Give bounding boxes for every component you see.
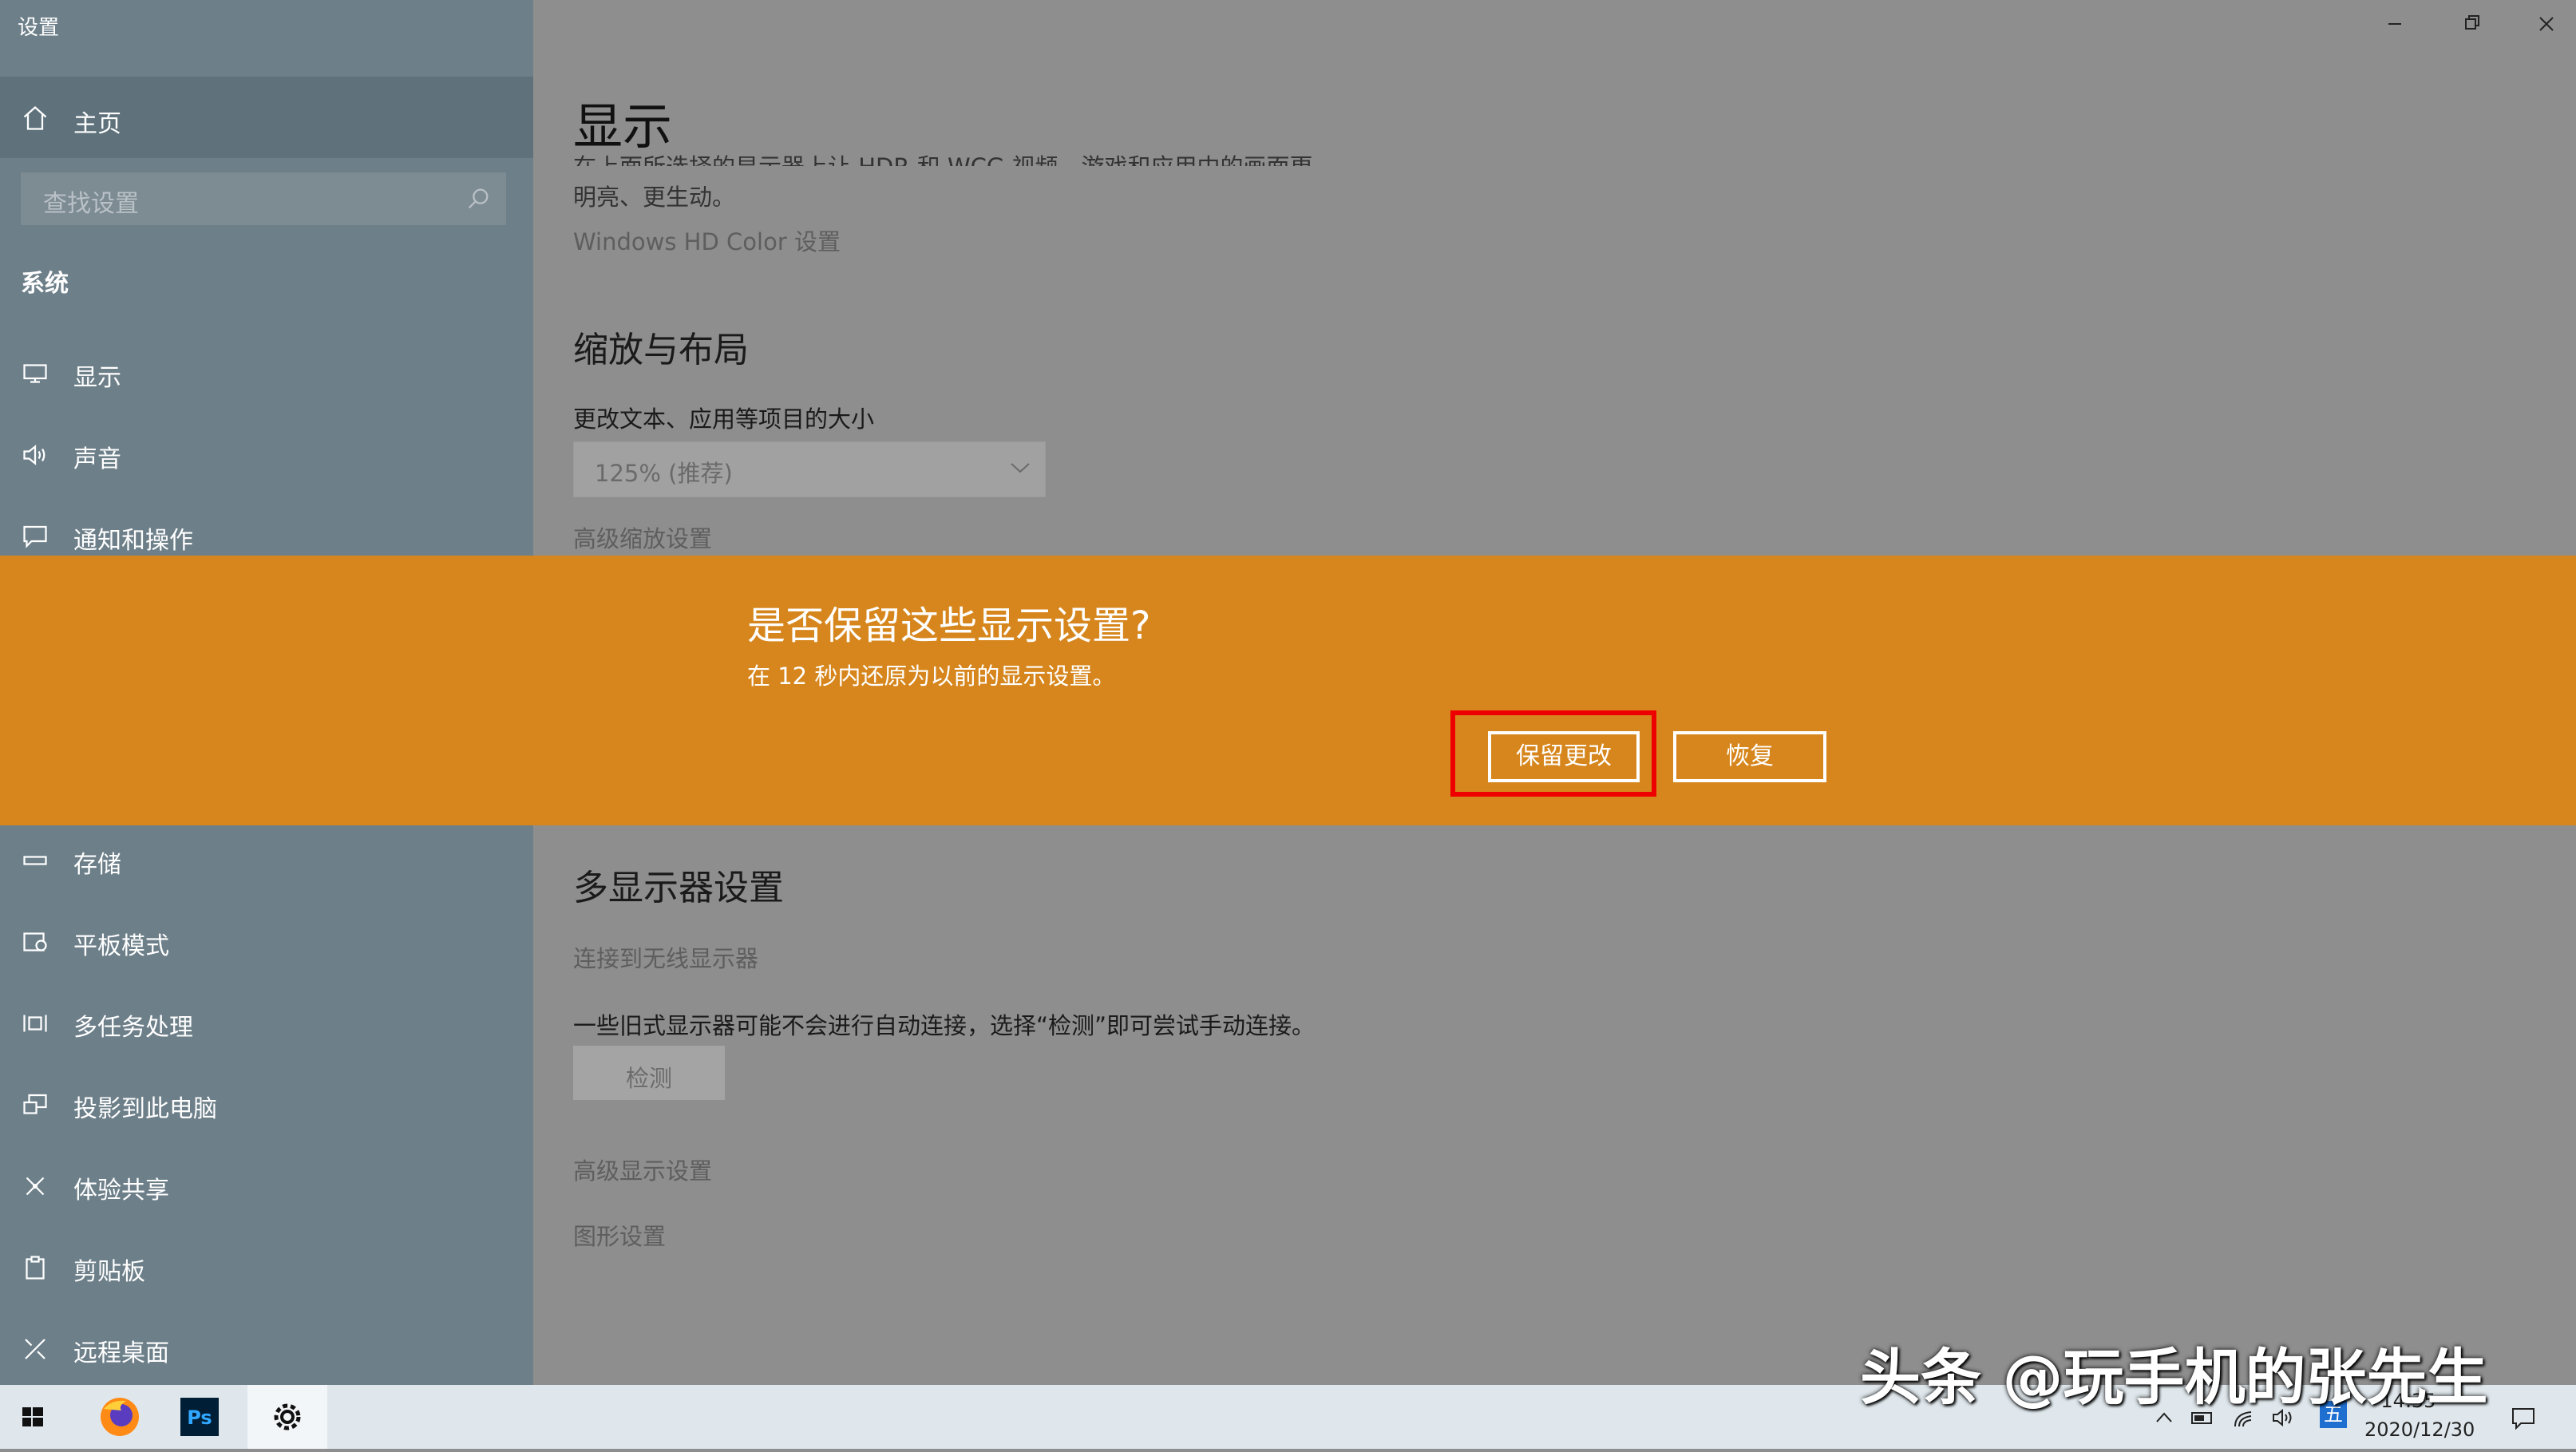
watermark: 头条 @玩手机的张先生 xyxy=(1860,1342,2488,1413)
sidebar-item-label: 通知和操作 xyxy=(73,527,193,555)
windows-logo-icon xyxy=(22,1407,43,1426)
page-title: 显示 xyxy=(573,97,673,156)
shared-experiences-icon xyxy=(26,1177,45,1196)
graphics-settings-link[interactable]: 图形设置 xyxy=(573,1218,666,1252)
scale-layout-heading: 缩放与布局 xyxy=(573,330,749,370)
search-input[interactable]: 查找设置 xyxy=(21,172,506,225)
sidebar-item-label: 投影到此电脑 xyxy=(73,1095,217,1123)
multi-display-heading: 多显示器设置 xyxy=(573,868,784,908)
sidebar-item-remote-desktop[interactable]: 远程桌面 xyxy=(0,1314,533,1386)
detect-button[interactable]: 检测 xyxy=(573,1046,725,1100)
detect-description: 一些旧式显示器可能不会进行自动连接，选择“检测”即可尝试手动连接。 xyxy=(573,1012,1316,1039)
scale-label: 更改文本、应用等项目的大小 xyxy=(573,406,875,433)
close-icon[interactable] xyxy=(2523,8,2570,40)
dialog-title: 是否保留这些显示设置? xyxy=(747,603,1151,648)
hdr-description-line1: 在上面所选择的显示器上让 HDR 和 WCG 视频、游戏和应用中的画面更 xyxy=(573,148,1313,166)
sidebar-item-label: 显示 xyxy=(73,364,121,392)
sidebar-item-label: 远程桌面 xyxy=(73,1339,169,1367)
home-icon xyxy=(23,105,47,130)
sidebar-item-home[interactable]: 主页 xyxy=(0,77,533,158)
window-title: 设置 xyxy=(18,16,60,40)
advanced-scaling-link[interactable]: 高级缩放设置 xyxy=(573,520,712,554)
clock-date[interactable]: 2020/12/30 xyxy=(2364,1418,2475,1441)
svg-text:Ps: Ps xyxy=(187,1407,212,1429)
sidebar-item-label: 声音 xyxy=(73,445,121,473)
sidebar-item-multitasking[interactable]: 多任务处理 xyxy=(0,988,533,1060)
hdr-description-line2: 明亮、更生动。 xyxy=(573,184,736,211)
dialog-message: 在 12 秒内还原为以前的显示设置。 xyxy=(747,663,1116,690)
scale-dropdown[interactable]: 125% (推荐) xyxy=(573,441,1046,497)
sidebar-item-label: 存储 xyxy=(73,851,121,879)
storage-icon xyxy=(23,856,47,865)
taskbar-photoshop[interactable]: Ps xyxy=(160,1385,239,1449)
sidebar-item-shared-experiences[interactable]: 体验共享 xyxy=(0,1151,533,1223)
restore-icon[interactable] xyxy=(2447,8,2495,40)
notification-icon xyxy=(23,525,47,548)
sidebar-item-label: 剪贴板 xyxy=(73,1258,145,1286)
sidebar-item-label: 平板模式 xyxy=(73,932,169,960)
taskbar-firefox[interactable] xyxy=(80,1385,160,1449)
hd-color-settings-link[interactable]: Windows HD Color 设置 xyxy=(573,224,841,257)
sidebar-item-label: 多任务处理 xyxy=(73,1014,193,1042)
action-center-icon[interactable] xyxy=(2510,1406,2537,1430)
projecting-icon xyxy=(23,1094,47,1114)
clipboard-icon xyxy=(26,1256,45,1280)
sidebar-item-tablet-mode[interactable]: 平板模式 xyxy=(0,907,533,979)
photoshop-icon: Ps xyxy=(180,1398,219,1436)
speaker-icon xyxy=(23,445,46,465)
revert-button[interactable]: 恢复 xyxy=(1673,731,1826,782)
minimize-icon[interactable] xyxy=(2371,8,2419,40)
chevron-down-icon xyxy=(1011,463,1030,473)
sidebar-item-label: 主页 xyxy=(73,110,121,138)
wireless-display-link[interactable]: 连接到无线显示器 xyxy=(573,940,758,974)
start-button[interactable] xyxy=(0,1385,80,1449)
taskbar-settings[interactable] xyxy=(247,1385,327,1449)
remote-desktop-icon xyxy=(25,1339,46,1359)
keep-changes-button[interactable]: 保留更改 xyxy=(1488,731,1640,782)
sidebar-item-display[interactable]: 显示 xyxy=(0,338,533,410)
sidebar-item-clipboard[interactable]: 剪贴板 xyxy=(0,1232,533,1304)
scale-dropdown-value: 125% (推荐) xyxy=(595,460,733,487)
sidebar-item-storage[interactable]: 存储 xyxy=(0,825,533,897)
search-icon xyxy=(468,188,489,209)
advanced-display-link[interactable]: 高级显示设置 xyxy=(573,1153,712,1186)
sidebar-item-sound[interactable]: 声音 xyxy=(0,420,533,492)
gear-icon xyxy=(274,1403,301,1430)
multitasking-icon xyxy=(23,1015,47,1032)
keep-settings-dialog: 是否保留这些显示设置? 在 12 秒内还原为以前的显示设置。 保留更改 恢复 xyxy=(0,556,2576,825)
firefox-icon xyxy=(101,1398,139,1436)
detect-button-label: 检测 xyxy=(625,1065,672,1092)
sidebar-section-title: 系统 xyxy=(21,270,69,298)
monitor-icon xyxy=(23,364,47,383)
sidebar-item-projecting[interactable]: 投影到此电脑 xyxy=(0,1070,533,1141)
tablet-mode-icon xyxy=(23,932,47,952)
sidebar-item-label: 体验共享 xyxy=(73,1177,169,1205)
search-placeholder: 查找设置 xyxy=(43,190,139,218)
